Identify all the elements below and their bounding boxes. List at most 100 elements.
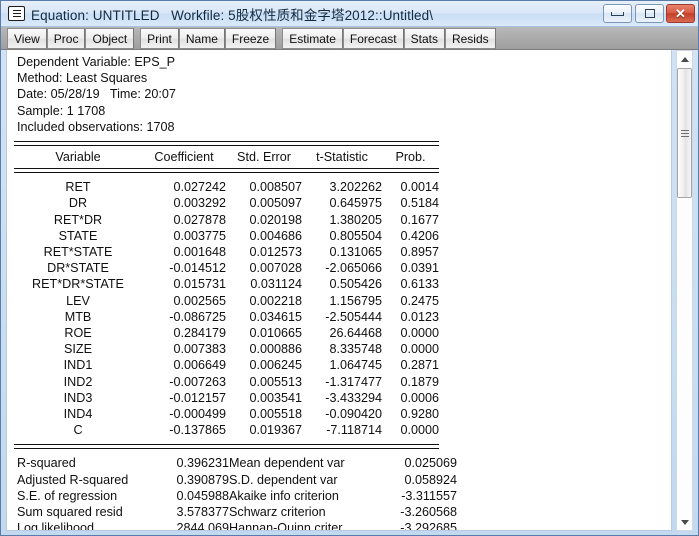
- cell-t-statistic: 8.335748: [329, 342, 382, 357]
- cell-std-error: 0.006245: [249, 358, 302, 373]
- stat-value-right: 0.058924: [404, 472, 457, 487]
- toolbar-button-view[interactable]: View: [7, 28, 47, 49]
- column-header-coefficient: Coefficient: [154, 150, 214, 165]
- cell-std-error: 0.031124: [250, 277, 302, 292]
- statistics-row: R-squared 0.396231 Mean dependent var 0.…: [17, 455, 457, 471]
- maximize-button[interactable]: [635, 4, 664, 23]
- equation-window: Equation: UNTITLED Workfile: 5股权性质和金字塔20…: [0, 0, 699, 536]
- table-header-row: Variable Coefficient Std. Error t-Statis…: [14, 149, 439, 165]
- cell-std-error: 0.005513: [249, 374, 302, 389]
- equation-icon: [8, 6, 25, 21]
- cell-coefficient: -0.000499: [169, 407, 226, 422]
- cell-t-statistic: 1.064745: [329, 358, 382, 373]
- cell-std-error: 0.034615: [249, 309, 302, 324]
- statistics-row: Adjusted R-squared 0.390879 S.D. depende…: [17, 472, 457, 488]
- cell-t-statistic: -2.065066: [325, 261, 382, 276]
- maximize-icon: [644, 9, 655, 18]
- cell-t-statistic: 3.202262: [329, 180, 382, 195]
- toolbar-button-estimate[interactable]: Estimate: [282, 28, 343, 49]
- cell-prob: 0.0000: [400, 326, 439, 341]
- stat-value-right: 0.025069: [404, 456, 457, 471]
- cell-coefficient: 0.007383: [173, 342, 226, 357]
- cell-coefficient: 0.002565: [173, 293, 226, 308]
- cell-prob: 0.1677: [400, 212, 439, 227]
- cell-coefficient: -0.012157: [169, 390, 226, 405]
- table-row: C -0.137865 0.019367 -7.118714 0.0000: [14, 422, 439, 438]
- cell-t-statistic: 26.64468: [329, 326, 382, 341]
- output-line-dependent-variable: Dependent Variable: EPS_P: [17, 55, 175, 69]
- cell-coefficient: -0.137865: [169, 423, 226, 438]
- cell-std-error: 0.003541: [249, 390, 302, 405]
- cell-t-statistic: -2.505444: [325, 309, 382, 324]
- statistics-table: R-squared 0.396231 Mean dependent var 0.…: [17, 455, 457, 531]
- close-button[interactable]: ✕: [666, 4, 695, 23]
- stat-value-left: 0.396231: [176, 456, 229, 471]
- stat-value-left: 0.390879: [176, 472, 229, 487]
- table-row: SIZE 0.007383 0.000886 8.335748 0.0000: [14, 341, 439, 357]
- cell-variable: DR: [68, 196, 88, 211]
- table-row: STATE 0.003775 0.004686 0.805504 0.4206: [14, 228, 439, 244]
- coefficients-body: RET 0.027242 0.008507 3.202262 0.0014 DR…: [14, 179, 439, 438]
- cell-std-error: 0.005518: [249, 407, 302, 422]
- cell-std-error: 0.020198: [249, 212, 302, 227]
- column-header-prob: Prob.: [395, 150, 426, 165]
- scrollbar-grip-icon: [680, 129, 689, 137]
- table-row: IND1 0.006649 0.006245 1.064745 0.2871: [14, 357, 439, 373]
- vertical-scrollbar[interactable]: [676, 50, 693, 531]
- statistics-row: Sum squared resid 3.578377 Schwarz crite…: [17, 504, 457, 520]
- table-row: IND3 -0.012157 0.003541 -3.433294 0.0006: [14, 390, 439, 406]
- toolbar-button-resids[interactable]: Resids: [444, 28, 496, 49]
- stat-label-right: Schwarz criterion: [229, 505, 326, 520]
- stat-label-right: Akaike info criterion: [229, 488, 339, 503]
- cell-variable: RET*STATE: [43, 245, 113, 260]
- column-header-std-error: Std. Error: [237, 150, 291, 165]
- toolbar-button-name[interactable]: Name: [178, 28, 225, 49]
- cell-prob: 0.9280: [400, 407, 439, 422]
- toolbar-button-object[interactable]: Object: [85, 28, 135, 49]
- table-row: RET*STATE 0.001648 0.012573 0.131065 0.8…: [14, 244, 439, 260]
- toolbar-button-stats[interactable]: Stats: [403, 28, 445, 49]
- cell-t-statistic: 0.805504: [329, 228, 382, 243]
- output-line-date-time: Date: 05/28/19 Time: 20:07: [17, 87, 176, 102]
- stat-value-left: 3.578377: [176, 505, 229, 520]
- cell-t-statistic: -7.118714: [326, 423, 382, 438]
- scrollbar-thumb[interactable]: [677, 68, 692, 198]
- cell-prob: 0.2871: [400, 358, 439, 373]
- scroll-up-button[interactable]: [677, 51, 692, 67]
- cell-prob: 0.1879: [400, 374, 439, 389]
- table-row: IND2 -0.007263 0.005513 -1.317477 0.1879: [14, 374, 439, 390]
- cell-prob: 0.2475: [400, 293, 439, 308]
- cell-t-statistic: -1.317477: [325, 374, 382, 389]
- cell-variable: DR*STATE: [47, 261, 109, 276]
- stat-label-left: S.E. of regression: [17, 488, 118, 503]
- minimize-icon: [611, 11, 624, 16]
- column-header-variable: Variable: [55, 150, 101, 165]
- cell-std-error: 0.012573: [249, 245, 302, 260]
- equation-output-panel[interactable]: Dependent Variable: EPS_P Method: Least …: [6, 50, 672, 531]
- cell-prob: 0.0000: [400, 423, 439, 438]
- stat-value-left: 2844.069: [176, 521, 229, 531]
- scroll-down-button[interactable]: [677, 514, 692, 530]
- toolbar-button-freeze[interactable]: Freeze: [224, 28, 277, 49]
- cell-variable: IND2: [63, 374, 93, 389]
- stat-label-left: Adjusted R-squared: [17, 472, 129, 487]
- scroll-down-icon: [680, 519, 689, 525]
- cell-prob: 0.8957: [400, 245, 439, 260]
- cell-variable: IND1: [63, 358, 93, 373]
- cell-t-statistic: -0.090420: [325, 407, 382, 422]
- minimize-button[interactable]: [603, 4, 632, 23]
- stat-value-right: -3.311557: [401, 488, 457, 503]
- cell-prob: 0.0014: [400, 180, 439, 195]
- cell-std-error: 0.005097: [249, 196, 302, 211]
- stat-value-right: -3.292685: [400, 521, 457, 531]
- cell-coefficient: 0.001648: [173, 245, 226, 260]
- table-row: DR 0.003292 0.005097 0.645975 0.5184: [14, 195, 439, 211]
- toolbar-button-print[interactable]: Print: [140, 28, 179, 49]
- toolbar-button-forecast[interactable]: Forecast: [342, 28, 404, 49]
- toolbar-button-proc[interactable]: Proc: [46, 28, 86, 49]
- stat-label-right: S.D. dependent var: [229, 472, 338, 487]
- cell-variable: RET*DR: [53, 212, 103, 227]
- cell-t-statistic: 0.645975: [329, 196, 382, 211]
- cell-variable: STATE: [58, 228, 98, 243]
- output-line-method: Method: Least Squares: [17, 71, 148, 86]
